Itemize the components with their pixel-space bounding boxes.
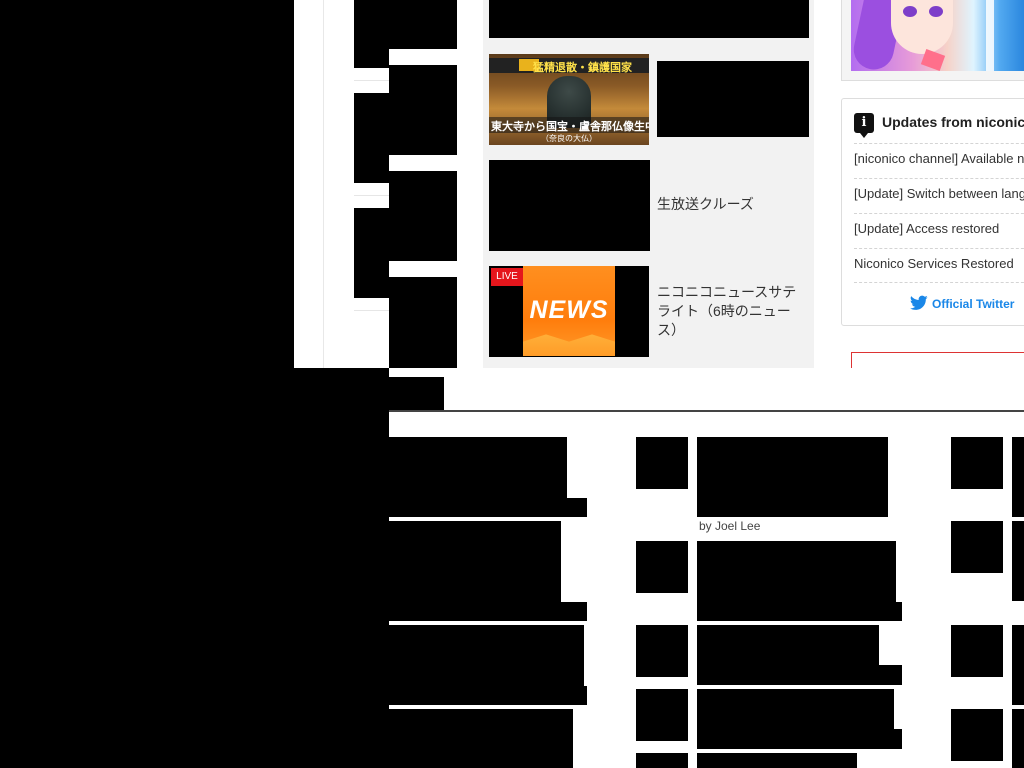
eye-graphic (929, 6, 943, 17)
face-graphic (891, 0, 953, 54)
divider (354, 195, 389, 196)
article-title-masked[interactable] (1012, 709, 1024, 768)
update-item[interactable]: [Update] Switch between lang (854, 186, 1024, 201)
thumbnail-sub-text: （奈良の大仏） (541, 134, 597, 143)
eye-graphic (903, 6, 917, 17)
article-thumb-masked[interactable] (636, 625, 688, 677)
program-thumbnail-buddha[interactable]: 猛精退散・鎮護国家 東大寺から国宝・盧舎那仏像生中継 （奈良の大仏） (489, 54, 649, 145)
program-item-masked[interactable] (489, 0, 809, 38)
article-title-masked[interactable] (697, 665, 902, 685)
masked-region (354, 0, 457, 49)
separator (854, 248, 1024, 249)
update-item[interactable]: [niconico channel] Available n (854, 151, 1024, 166)
live-badge: LIVE (491, 268, 523, 286)
article-title-masked[interactable] (697, 541, 896, 602)
banner-card[interactable] (841, 0, 1024, 81)
divider (354, 310, 389, 311)
article-title-masked[interactable] (697, 753, 857, 768)
column-divider (323, 0, 324, 368)
separator (854, 178, 1024, 179)
separator (854, 282, 1024, 283)
tab-bar-underline (389, 410, 1024, 412)
divider (354, 80, 389, 81)
update-item[interactable]: Niconico Services Restored (854, 256, 1024, 271)
news-logo-text: NEWS (529, 296, 609, 324)
official-twitter-link[interactable]: Official Twitter (910, 295, 1014, 311)
article-masked[interactable] (389, 709, 573, 768)
thumbnail-top-text: 猛精退散・鎮護国家 (533, 62, 632, 74)
article-title-masked[interactable] (697, 729, 902, 749)
update-item[interactable]: [Update] Access restored (854, 221, 1024, 236)
article-section: by Joel Lee (389, 368, 1024, 768)
article-thumb-masked[interactable] (636, 753, 688, 768)
program-list: 猛精退散・鎮護国家 東大寺から国宝・盧舎那仏像生中継 （奈良の大仏） 生放送クル… (483, 0, 814, 368)
thumbnail-caption-bottom: 東大寺から国宝・盧舎那仏像生中継 (489, 117, 649, 133)
updates-panel: i Updates from niconico [niconico channe… (841, 98, 1024, 326)
article-title-masked[interactable] (697, 689, 894, 729)
article-byline: by Joel Lee (699, 519, 761, 533)
article-masked[interactable] (389, 602, 587, 621)
article-title-masked[interactable] (697, 625, 879, 665)
article-thumb-masked[interactable] (951, 437, 1003, 489)
light-beam-graphic (986, 0, 994, 71)
article-masked[interactable] (389, 437, 567, 498)
article-masked[interactable] (389, 686, 587, 705)
thumbnail-caption-top: 猛精退散・鎮護国家 (489, 58, 649, 74)
twitter-bird-icon (910, 295, 928, 310)
article-masked[interactable] (389, 521, 561, 602)
article-masked[interactable] (389, 498, 587, 517)
program-title-masked[interactable] (657, 61, 809, 137)
tab-masked[interactable] (389, 377, 444, 410)
twitter-label: Official Twitter (932, 297, 1015, 311)
program-title[interactable]: 生放送クルーズ (657, 195, 807, 214)
info-icon: i (854, 113, 874, 138)
article-thumb-masked[interactable] (636, 437, 688, 489)
updates-title: Updates from niconico (882, 114, 1024, 130)
program-thumbnail-masked[interactable] (489, 160, 650, 251)
article-thumb-masked[interactable] (636, 541, 688, 593)
article-thumb-masked[interactable] (951, 625, 1003, 677)
article-title-masked[interactable] (697, 437, 888, 517)
article-title-masked[interactable] (1012, 521, 1024, 601)
masked-region (354, 208, 389, 298)
separator (854, 213, 1024, 214)
masked-region (389, 65, 457, 155)
masked-region (354, 93, 389, 183)
masked-region (389, 171, 457, 261)
thumbnail-bottom-text: 東大寺から国宝・盧舎那仏像生中継 (491, 121, 649, 133)
bow-graphic (920, 49, 946, 71)
article-thumb-masked[interactable] (636, 689, 688, 741)
masked-region (354, 49, 389, 68)
article-title-masked[interactable] (697, 602, 902, 621)
article-title-masked[interactable] (1012, 437, 1024, 517)
masked-region (389, 277, 457, 368)
article-masked[interactable] (389, 625, 584, 686)
article-thumb-masked[interactable] (951, 521, 1003, 573)
program-title[interactable]: ニコニコニュースサテライト（6時のニュース） (657, 283, 807, 340)
anime-banner-image[interactable] (851, 0, 1024, 71)
program-thumbnail-news[interactable]: NEWS LIVE (489, 266, 649, 357)
article-thumb-masked[interactable] (951, 709, 1003, 761)
article-title-masked[interactable] (1012, 625, 1024, 705)
separator (854, 143, 1024, 144)
ad-frame[interactable] (851, 352, 1024, 368)
